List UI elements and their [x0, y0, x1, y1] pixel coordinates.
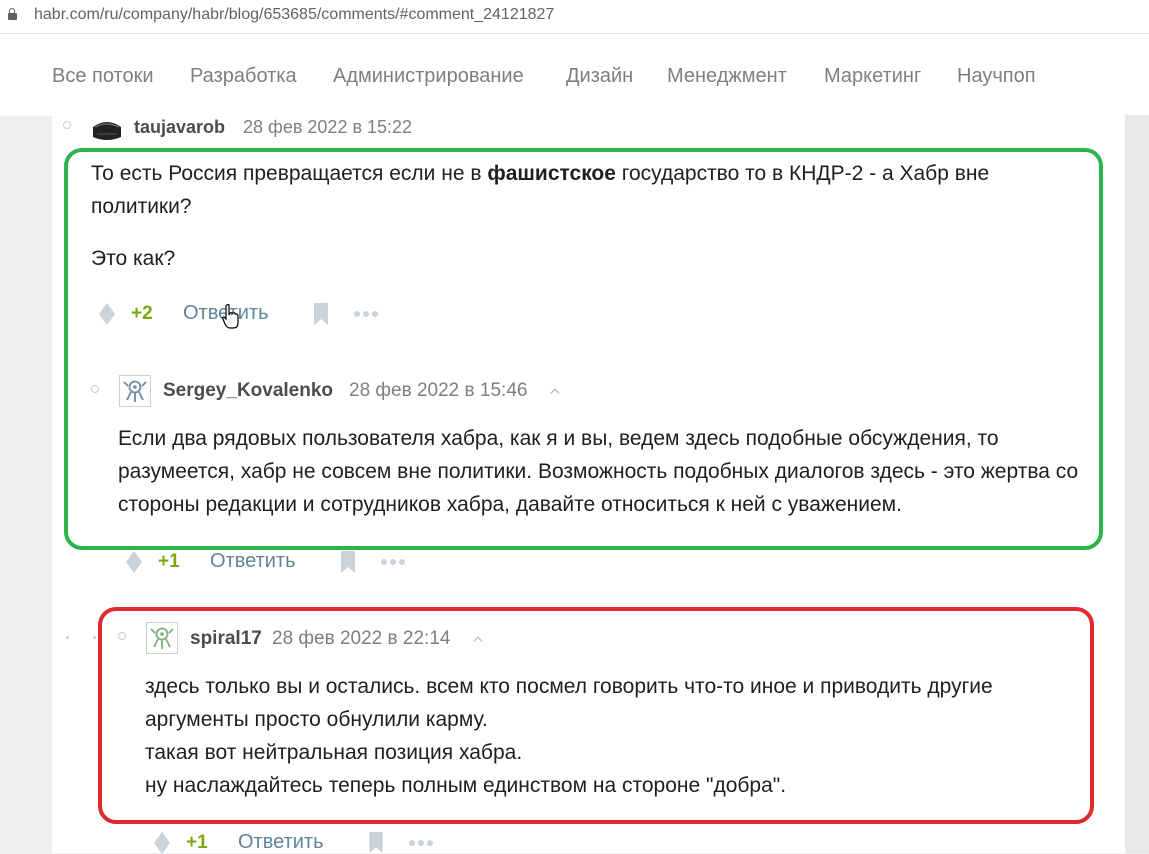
vote-icon[interactable]	[126, 551, 142, 573]
thread-dot-small-icon	[66, 636, 69, 639]
flows-nav: Все потоки Разработка Администрирование …	[0, 33, 1149, 116]
bookmark-icon[interactable]	[339, 551, 357, 573]
thread-dot-icon	[63, 121, 71, 129]
bookmark-icon[interactable]	[367, 832, 385, 853]
comment-score: +1	[158, 551, 180, 572]
nav-item-design[interactable]: Дизайн	[566, 65, 633, 88]
nav-item-popsci[interactable]: Научпоп	[957, 65, 1036, 88]
url-text[interactable]: habr.com/ru/company/habr/blog/653685/com…	[34, 6, 554, 24]
thread-dot-small-icon	[93, 636, 96, 639]
nav-item-all-flows[interactable]: Все потоки	[52, 65, 154, 88]
highlight-box-green	[64, 148, 1103, 550]
user-avatar[interactable]	[89, 115, 125, 143]
more-icon[interactable]	[408, 839, 434, 847]
nav-item-management[interactable]: Менеджмент	[667, 65, 787, 88]
nav-item-development[interactable]: Разработка	[190, 65, 297, 88]
comment-score: +1	[186, 832, 208, 853]
reply-button[interactable]: Ответить	[238, 831, 324, 854]
right-sidebar-rail	[1125, 115, 1149, 853]
reply-button[interactable]: Ответить	[210, 550, 296, 573]
comment-author[interactable]: taujavarob	[134, 117, 225, 138]
vote-icon[interactable]	[154, 832, 170, 854]
more-icon[interactable]	[380, 558, 406, 566]
highlight-box-red	[98, 607, 1094, 824]
browser-address-bar[interactable]: habr.com/ru/company/habr/blog/653685/com…	[0, 0, 1149, 33]
nav-item-marketing[interactable]: Маркетинг	[824, 65, 921, 88]
lock-icon	[8, 8, 17, 21]
comment-time[interactable]: 28 фев 2022 в 15:22	[243, 117, 412, 138]
nav-item-administration[interactable]: Администрирование	[333, 65, 524, 88]
